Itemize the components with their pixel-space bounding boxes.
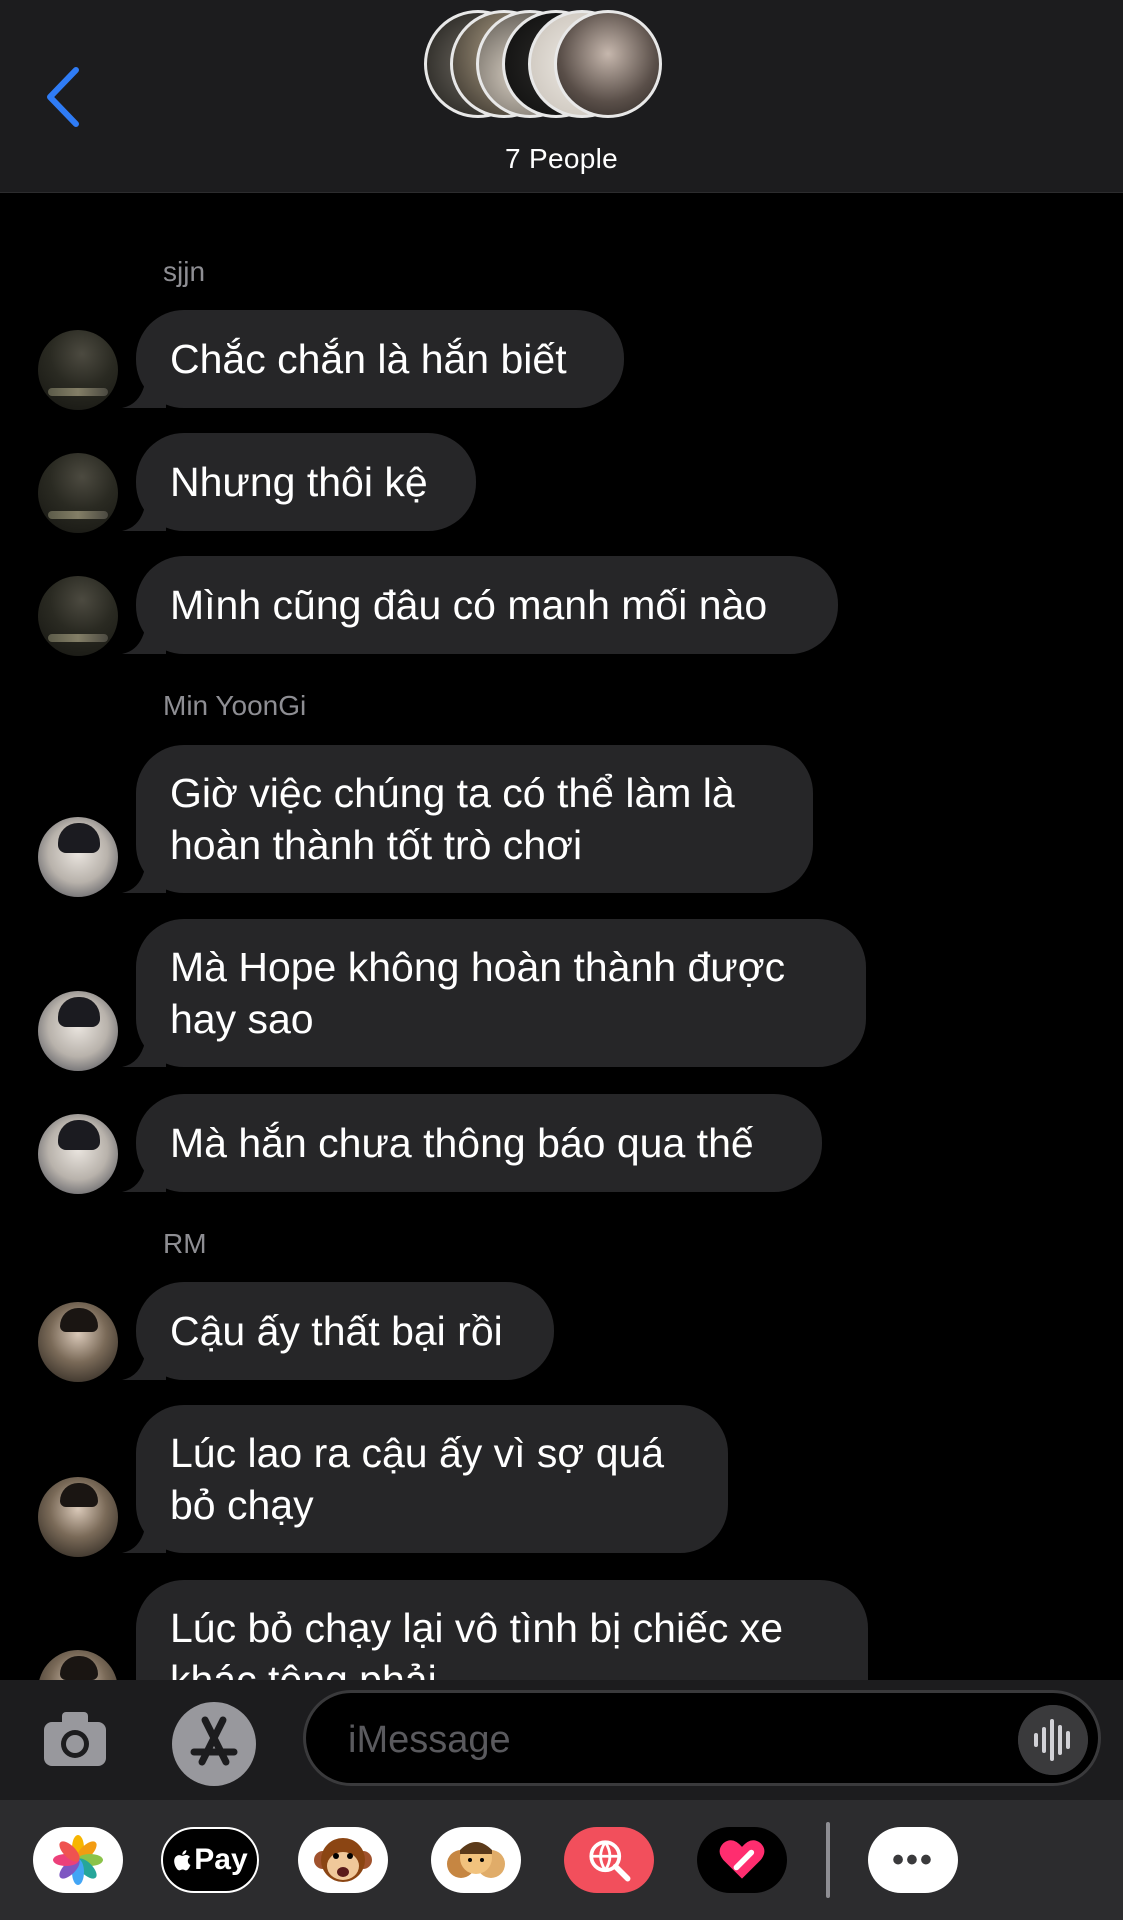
memoji-stickers-icon	[447, 1842, 505, 1878]
message-bubble[interactable]: Lúc lao ra cậu ấy vì sợ quá bỏ chạy	[122, 1405, 728, 1553]
group-title[interactable]: 7 People	[0, 143, 1123, 175]
bubble-tail	[122, 1037, 166, 1067]
more-icon: •••	[892, 1840, 934, 1879]
avatar[interactable]	[38, 1477, 118, 1557]
photos-app-button[interactable]	[33, 1827, 123, 1893]
animoji-button[interactable]	[298, 1827, 388, 1893]
sender-name: sjjn	[163, 256, 206, 287]
message-input[interactable]	[346, 1711, 990, 1769]
drawer-separator	[826, 1822, 830, 1898]
bubble-tail	[122, 624, 166, 654]
apple-logo-icon	[174, 1850, 191, 1871]
bubble-tail	[122, 1350, 166, 1380]
audio-waveform-icon[interactable]	[1018, 1705, 1088, 1775]
camera-icon[interactable]	[42, 1710, 108, 1768]
avatar[interactable]	[38, 576, 118, 656]
conversation-header: 7 People	[0, 0, 1123, 193]
more-apps-button[interactable]: •••	[868, 1827, 958, 1893]
monkey-face-icon	[314, 1838, 372, 1882]
message-text: Nhưng thôi kệ	[170, 459, 428, 505]
apple-pay-label: Pay	[194, 1843, 248, 1876]
message-text: Chắc chắn là hắn biết	[170, 336, 567, 382]
avatar[interactable]	[38, 1114, 118, 1194]
bubble-tail	[122, 863, 166, 893]
avatar[interactable]	[38, 991, 118, 1071]
group-avatars[interactable]	[422, 10, 702, 125]
memoji-button[interactable]	[431, 1827, 521, 1893]
group-avatar	[554, 10, 662, 118]
message-bubble[interactable]: Mà hắn chưa thông báo qua thế	[122, 1094, 822, 1192]
message-text: hoàn thành tốt trò chơi	[170, 822, 583, 868]
avatar[interactable]	[38, 817, 118, 897]
message-text: Mà Hope không hoàn thành được	[170, 944, 786, 990]
photos-icon	[53, 1835, 103, 1885]
bubble-tail	[122, 501, 166, 531]
message-bubble[interactable]: Mà Hope không hoàn thành được hay sao	[122, 919, 866, 1067]
message-text: Lúc lao ra cậu ấy vì sợ quá	[170, 1430, 665, 1476]
message-text: hay sao	[170, 996, 314, 1042]
message-text: Mình cũng đâu có manh mối nào	[170, 582, 768, 628]
avatar[interactable]	[38, 453, 118, 533]
images-search-button[interactable]	[564, 1827, 654, 1893]
message-text: Lúc bỏ chạy lại vô tình bị chiếc xe	[170, 1605, 784, 1651]
message-text: bỏ chạy	[170, 1482, 314, 1528]
apple-pay-button[interactable]: Pay	[161, 1827, 259, 1893]
message-text: Giờ việc chúng ta có thể làm là	[170, 770, 735, 816]
message-bubble[interactable]: Giờ việc chúng ta có thể làm là hoàn thà…	[122, 745, 813, 893]
message-text: Cậu ấy thất bại rồi	[170, 1308, 503, 1354]
avatar[interactable]	[38, 330, 118, 410]
bubble-tail	[122, 1162, 166, 1192]
sender-name: RM	[163, 1228, 207, 1259]
bubble-tail	[122, 1523, 166, 1553]
imessage-app-drawer: Pay •••	[0, 1800, 1123, 1920]
app-store-icon[interactable]	[170, 1700, 258, 1788]
chevron-left-icon[interactable]	[40, 62, 90, 132]
compose-bar	[0, 1680, 1123, 1800]
bubble-tail	[122, 378, 166, 408]
message-bubble[interactable]: Nhưng thôi kệ	[122, 433, 476, 531]
digital-touch-button[interactable]	[697, 1827, 787, 1893]
message-text: Mà hắn chưa thông báo qua thế	[170, 1120, 754, 1166]
message-input-field[interactable]	[303, 1690, 1101, 1786]
message-bubble[interactable]: Cậu ấy thất bại rồi	[122, 1282, 554, 1380]
message-bubble[interactable]: Mình cũng đâu có manh mối nào	[122, 556, 838, 654]
sender-name: Min YoonGi	[163, 690, 307, 721]
globe-search-icon	[589, 1840, 631, 1882]
message-bubble[interactable]: Chắc chắn là hắn biết	[122, 310, 624, 408]
avatar[interactable]	[38, 1302, 118, 1382]
heart-touch-icon	[719, 1840, 765, 1879]
